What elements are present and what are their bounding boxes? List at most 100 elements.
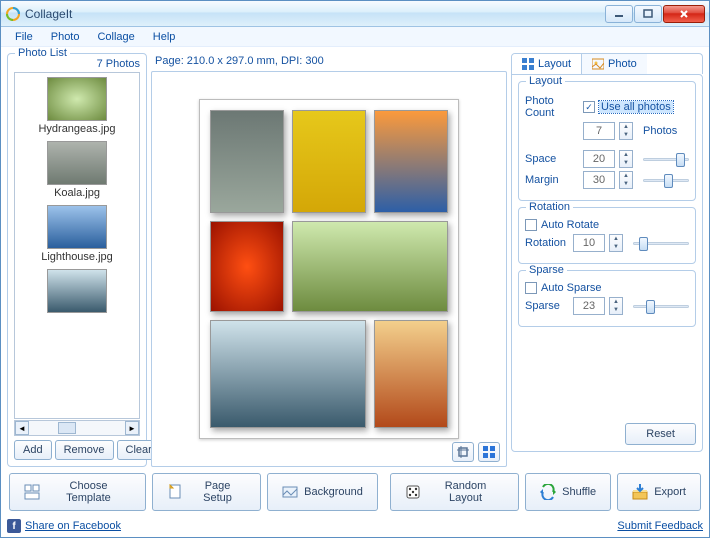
shuffle-label: Shuffle bbox=[562, 486, 596, 498]
rotation-input[interactable] bbox=[573, 234, 605, 252]
scroll-thumb[interactable] bbox=[58, 422, 76, 434]
export-label: Export bbox=[654, 486, 686, 498]
add-button[interactable]: Add bbox=[14, 440, 52, 460]
photos-suffix: Photos bbox=[643, 125, 677, 137]
rotation-group: Rotation Auto Rotate Rotation ▲▼ bbox=[518, 207, 696, 264]
collage-image[interactable] bbox=[374, 110, 448, 213]
page-setup-icon bbox=[167, 484, 183, 500]
rotation-slider[interactable] bbox=[633, 235, 689, 251]
close-button[interactable] bbox=[663, 5, 705, 23]
auto-rotate-checkbox[interactable]: Auto Rotate bbox=[525, 219, 689, 231]
page-setup-button[interactable]: Page Setup bbox=[152, 473, 261, 511]
random-layout-label: Random Layout bbox=[427, 480, 504, 504]
random-layout-button[interactable]: Random Layout bbox=[390, 473, 519, 511]
photo-list-title: Photo List bbox=[15, 47, 70, 59]
list-item[interactable]: Hydrangeas.jpg bbox=[19, 77, 135, 135]
canvas[interactable] bbox=[151, 71, 507, 467]
crop-tool-button[interactable] bbox=[452, 442, 474, 462]
choose-template-label: Choose Template bbox=[46, 480, 131, 504]
menu-help[interactable]: Help bbox=[145, 29, 184, 45]
background-label: Background bbox=[304, 486, 363, 498]
margin-slider[interactable] bbox=[643, 172, 689, 188]
auto-rotate-label: Auto Rotate bbox=[541, 219, 599, 231]
export-button[interactable]: Export bbox=[617, 473, 701, 511]
collage-image[interactable] bbox=[292, 110, 366, 213]
menubar: File Photo Collage Help bbox=[1, 27, 709, 47]
thumb-name: Lighthouse.jpg bbox=[19, 251, 135, 263]
thumb-image bbox=[47, 205, 107, 249]
list-item[interactable]: Lighthouse.jpg bbox=[19, 205, 135, 263]
use-all-photos-label: Use all photos bbox=[599, 101, 673, 113]
minimize-button[interactable] bbox=[605, 5, 633, 23]
collage-image[interactable] bbox=[374, 320, 448, 428]
h-scrollbar[interactable]: ◄ ► bbox=[14, 420, 140, 436]
list-item[interactable] bbox=[19, 269, 135, 313]
photo-icon bbox=[592, 58, 604, 70]
margin-spinner[interactable]: ▲▼ bbox=[619, 171, 633, 189]
scroll-left-icon[interactable]: ◄ bbox=[15, 421, 29, 435]
thumb-name: Hydrangeas.jpg bbox=[19, 123, 135, 135]
thumb-name: Koala.jpg bbox=[19, 187, 135, 199]
thumb-image bbox=[47, 141, 107, 185]
sparse-group-title: Sparse bbox=[526, 264, 567, 276]
menu-file[interactable]: File bbox=[7, 29, 41, 45]
fit-screen-button[interactable] bbox=[478, 442, 500, 462]
list-item[interactable]: Koala.jpg bbox=[19, 141, 135, 199]
shuffle-button[interactable]: Shuffle bbox=[525, 473, 611, 511]
use-all-photos-checkbox[interactable]: ✓ Use all photos bbox=[583, 101, 673, 113]
choose-template-button[interactable]: Choose Template bbox=[9, 473, 146, 511]
collage-image[interactable] bbox=[210, 110, 284, 213]
check-icon: ✓ bbox=[583, 101, 595, 113]
layout-group: Layout Photo Count ✓ Use all photos ▲▼ P… bbox=[518, 81, 696, 201]
space-input[interactable] bbox=[583, 150, 615, 168]
window-controls bbox=[605, 5, 705, 23]
tab-layout[interactable]: Layout bbox=[512, 54, 582, 74]
auto-sparse-label: Auto Sparse bbox=[541, 282, 602, 294]
dice-icon bbox=[405, 484, 421, 500]
space-label: Space bbox=[525, 153, 579, 165]
sparse-label: Sparse bbox=[525, 300, 569, 312]
share-facebook-link[interactable]: Share on Facebook bbox=[25, 520, 121, 532]
space-spinner[interactable]: ▲▼ bbox=[619, 150, 633, 168]
layout-icon bbox=[522, 58, 534, 70]
sparse-spinner[interactable]: ▲▼ bbox=[609, 297, 623, 315]
scroll-right-icon[interactable]: ► bbox=[125, 421, 139, 435]
rotation-group-title: Rotation bbox=[526, 201, 573, 213]
rotation-spinner[interactable]: ▲▼ bbox=[609, 234, 623, 252]
photo-count-spinner[interactable]: ▲▼ bbox=[619, 122, 633, 140]
layout-group-title: Layout bbox=[526, 75, 565, 87]
auto-sparse-checkbox[interactable]: Auto Sparse bbox=[525, 282, 689, 294]
page-setup-label: Page Setup bbox=[189, 480, 246, 504]
menu-collage[interactable]: Collage bbox=[89, 29, 142, 45]
margin-label: Margin bbox=[525, 174, 579, 186]
template-icon bbox=[24, 484, 40, 500]
remove-button[interactable]: Remove bbox=[55, 440, 114, 460]
sparse-slider[interactable] bbox=[633, 298, 689, 314]
submit-feedback-link[interactable]: Submit Feedback bbox=[617, 520, 703, 532]
background-button[interactable]: Background bbox=[267, 473, 378, 511]
maximize-button[interactable] bbox=[634, 5, 662, 23]
menu-photo[interactable]: Photo bbox=[43, 29, 88, 45]
facebook-icon: f bbox=[7, 519, 21, 533]
content: Photo List 7 Photos Hydrangeas.jpg Koala… bbox=[1, 47, 709, 517]
photo-count: 7 Photos bbox=[14, 58, 140, 70]
rotation-label: Rotation bbox=[525, 237, 569, 249]
reset-button[interactable]: Reset bbox=[625, 423, 696, 445]
space-slider[interactable] bbox=[643, 151, 689, 167]
margin-input[interactable] bbox=[583, 171, 615, 189]
footer: f Share on Facebook Submit Feedback bbox=[1, 517, 709, 537]
app-title: CollageIt bbox=[25, 7, 72, 21]
bottom-toolbar: Choose Template Page Setup Background Ra… bbox=[7, 467, 703, 513]
tab-photo[interactable]: Photo bbox=[582, 54, 647, 74]
background-icon bbox=[282, 484, 298, 500]
photo-count-label: Photo Count bbox=[525, 95, 579, 119]
thumbs-scroll[interactable]: Hydrangeas.jpg Koala.jpg Lighthouse.jpg bbox=[14, 72, 140, 419]
sparse-input[interactable] bbox=[573, 297, 605, 315]
collage-image[interactable] bbox=[210, 320, 366, 428]
collage-image[interactable] bbox=[210, 221, 284, 311]
right-panel: Layout Photo Layout Photo Count bbox=[511, 53, 703, 467]
sparse-group: Sparse Auto Sparse Sparse ▲▼ bbox=[518, 270, 696, 327]
collage-image[interactable] bbox=[292, 221, 448, 311]
checkbox-icon bbox=[525, 282, 537, 294]
titlebar: CollageIt bbox=[1, 1, 709, 27]
